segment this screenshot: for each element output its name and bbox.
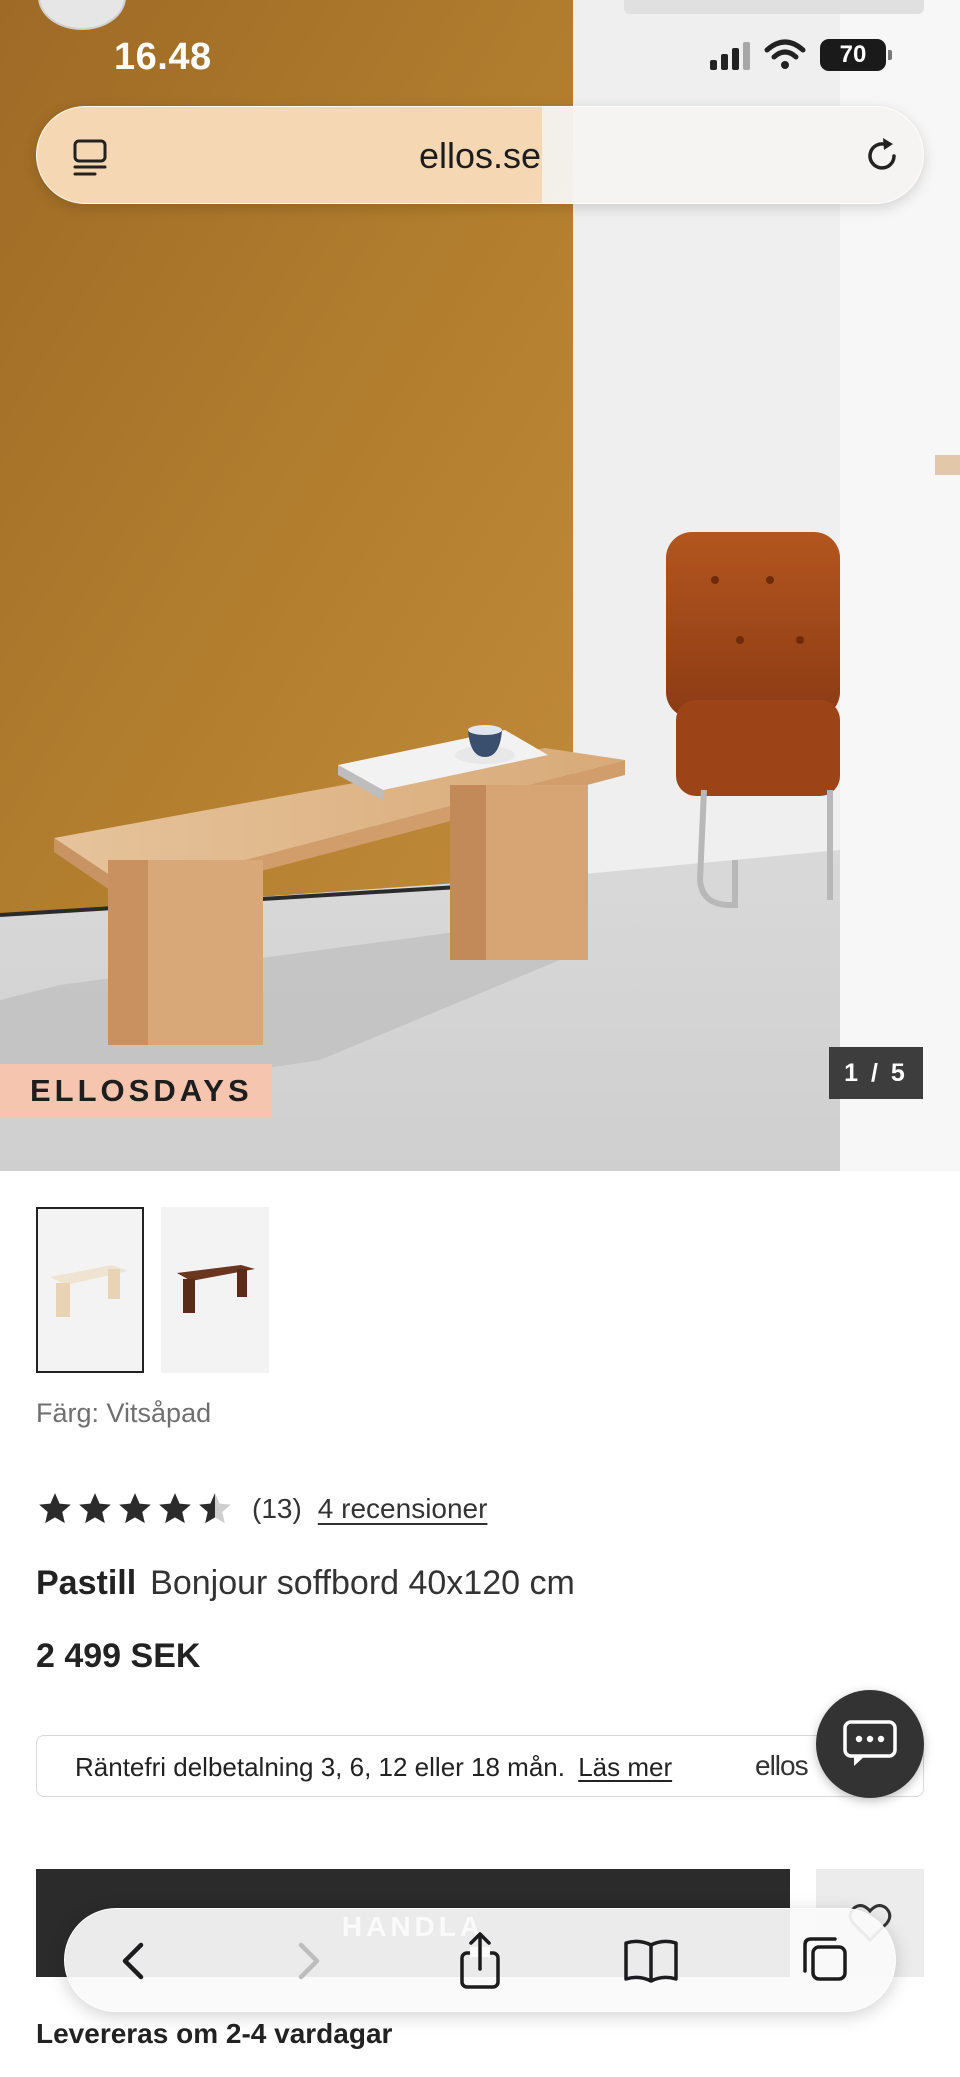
product-title: Pastill Bonjour soffbord 40x120 cm xyxy=(36,1564,575,1603)
half-star-icon xyxy=(199,1493,231,1524)
product-name: Bonjour soffbord 40x120 cm xyxy=(150,1564,575,1602)
wifi-icon xyxy=(764,39,806,69)
chevron-left-icon[interactable] xyxy=(105,1931,165,1991)
chat-icon xyxy=(843,1720,897,1766)
read-more-link[interactable]: Läs mer xyxy=(578,1752,672,1782)
product-brand[interactable]: Pastill xyxy=(36,1564,136,1602)
thumbnail-dark[interactable] xyxy=(161,1207,269,1373)
rating: (13) 4 recensioner xyxy=(36,1490,487,1528)
thumbnail-image-light xyxy=(50,1265,128,1317)
share-icon[interactable] xyxy=(450,1931,510,1991)
financing-text: Räntefri delbetalning 3, 6, 12 eller 18 … xyxy=(75,1752,672,1783)
signal-icon xyxy=(710,40,750,70)
chevron-right-icon[interactable] xyxy=(277,1931,337,1991)
status-icons: 70 xyxy=(710,38,892,72)
tabs-icon[interactable] xyxy=(793,1931,853,1991)
battery-level: 70 xyxy=(839,41,867,68)
url-text[interactable]: ellos.se xyxy=(37,135,923,177)
chat-button[interactable] xyxy=(816,1690,924,1798)
thumbnail-image-dark xyxy=(177,1265,255,1313)
color-label: Färg: Vitsåpad xyxy=(36,1398,212,1428)
rating-count: (13) xyxy=(252,1493,302,1524)
star-icon xyxy=(79,1493,111,1524)
browser-toolbar xyxy=(64,1908,896,2012)
product-price: 2 499 SEK xyxy=(36,1637,201,1675)
battery-icon: 70 xyxy=(820,39,892,71)
ellos-logo: ellos xyxy=(755,1750,809,1781)
star-icon xyxy=(39,1493,71,1524)
book-icon[interactable] xyxy=(621,1931,681,1991)
top-indicator xyxy=(624,0,924,14)
promo-badge: ELLOSDAYS xyxy=(0,1064,272,1118)
status-time: 16.48 xyxy=(114,36,212,78)
financing-description: Räntefri delbetalning 3, 6, 12 eller 18 … xyxy=(75,1752,565,1782)
thumbnail-vitsapad[interactable] xyxy=(36,1207,144,1373)
image-counter: 1 / 5 xyxy=(829,1047,923,1099)
address-bar[interactable]: ellos.se xyxy=(36,106,924,204)
star-icon xyxy=(159,1493,191,1524)
reload-icon[interactable] xyxy=(861,135,903,177)
reviews-link[interactable]: 4 recensioner xyxy=(318,1493,488,1525)
financing-banner[interactable]: Räntefri delbetalning 3, 6, 12 eller 18 … xyxy=(36,1735,924,1797)
delivery-info: Levereras om 2-4 vardagar xyxy=(36,2018,393,2049)
star-icon xyxy=(119,1493,151,1524)
